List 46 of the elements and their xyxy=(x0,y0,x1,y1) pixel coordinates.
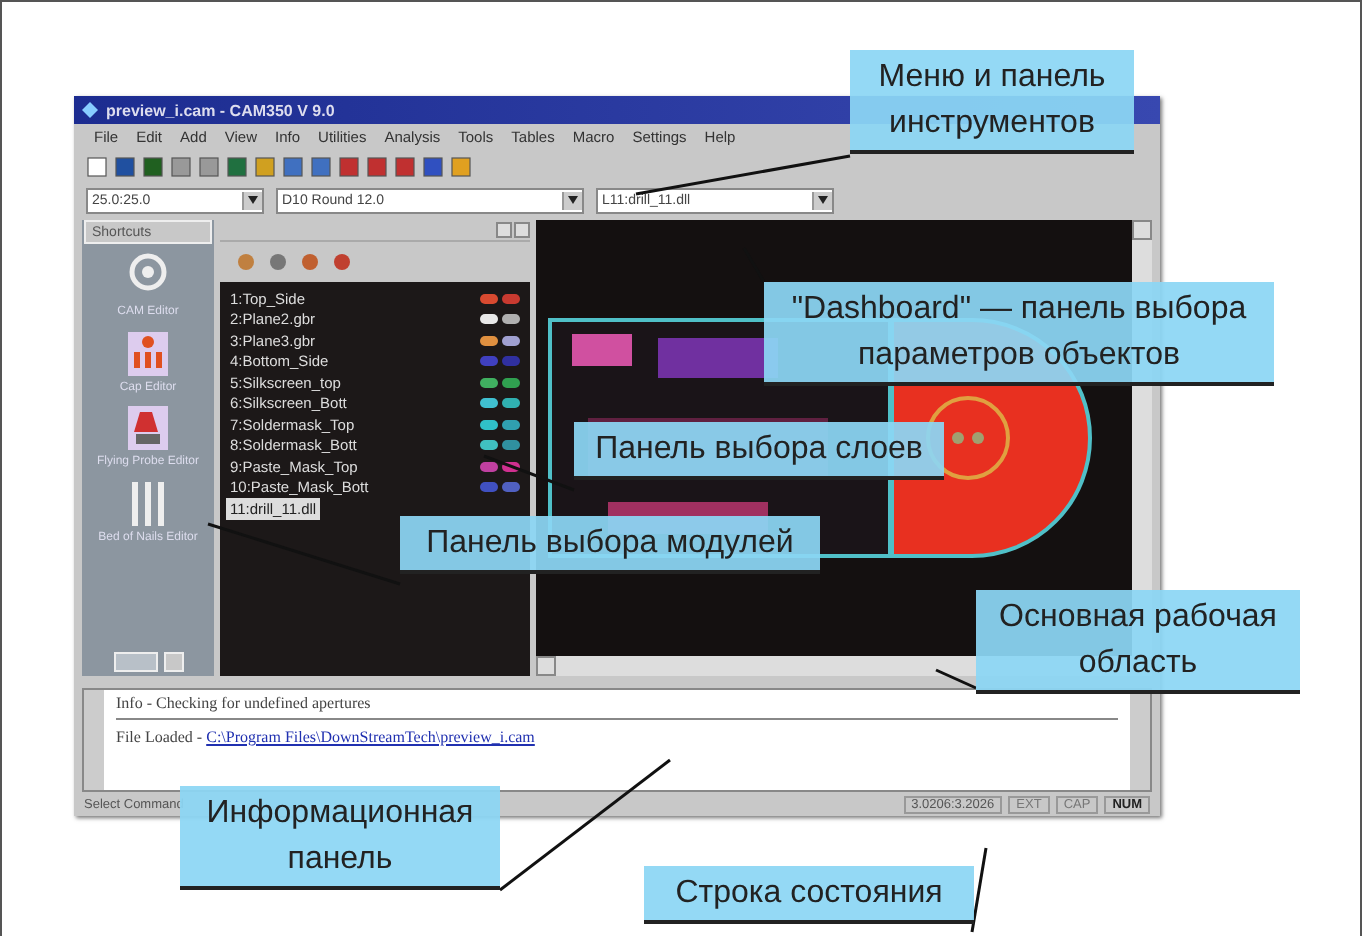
layer-color[interactable] xyxy=(502,356,520,367)
scroll-up-button[interactable] xyxy=(1132,220,1152,240)
window-title: preview_i.cam - CAM350 V 9.0 xyxy=(106,101,335,119)
scrollbar[interactable] xyxy=(1130,690,1150,790)
layer-color[interactable] xyxy=(502,398,520,409)
layer-color[interactable] xyxy=(480,440,498,451)
layer-color[interactable] xyxy=(480,314,498,325)
callout-label: Основная рабочая область xyxy=(976,590,1300,695)
callout-label: Панель выбора модулей xyxy=(400,516,820,575)
layer-color[interactable] xyxy=(480,356,498,367)
layer-color[interactable] xyxy=(480,398,498,409)
scroll-left-button[interactable] xyxy=(536,656,556,676)
callout-label: Строка состояния xyxy=(644,866,974,925)
file-link[interactable]: C:\Program Files\DownStreamTech\preview_i.cam xyxy=(206,728,535,746)
callout-label: Меню и панель инструментов xyxy=(850,50,1134,155)
scroll-button[interactable] xyxy=(113,652,157,672)
layer-color[interactable] xyxy=(502,314,520,325)
caret-icon xyxy=(818,196,828,204)
probe-icon[interactable] xyxy=(124,402,172,455)
layer-color[interactable] xyxy=(480,482,498,493)
layer-color[interactable] xyxy=(502,377,520,388)
scroll-button[interactable] xyxy=(163,652,183,672)
app-icon xyxy=(82,102,98,118)
close-button[interactable] xyxy=(514,222,530,238)
leader-line xyxy=(970,847,988,933)
info-message: File Loaded - C:\Program Files\DownStreamTech\preview_i.cam xyxy=(116,728,537,746)
layer-color[interactable] xyxy=(502,335,520,346)
layer-color[interactable] xyxy=(480,335,498,346)
layer-color[interactable] xyxy=(480,293,498,304)
layer-color[interactable] xyxy=(480,419,498,430)
scrollbar[interactable] xyxy=(84,690,104,790)
layer-color[interactable] xyxy=(480,377,498,388)
people-icon[interactable] xyxy=(124,327,172,380)
callout-label: Панель выбора слоев xyxy=(574,422,944,481)
callout-label: Информационная панель xyxy=(180,786,500,891)
caret-icon xyxy=(248,196,258,204)
leader-line xyxy=(935,668,977,690)
minimize-button[interactable] xyxy=(496,222,512,238)
callout-label: "Dashboard" — панель выбора параметров объектов xyxy=(764,282,1274,387)
caret-icon xyxy=(568,196,578,204)
layer-color[interactable] xyxy=(502,461,520,472)
layer-color[interactable] xyxy=(502,419,520,430)
layer-color[interactable] xyxy=(502,293,520,304)
layer-color[interactable] xyxy=(502,440,520,451)
layer-color[interactable] xyxy=(480,461,498,472)
layer-color[interactable] xyxy=(502,482,520,493)
